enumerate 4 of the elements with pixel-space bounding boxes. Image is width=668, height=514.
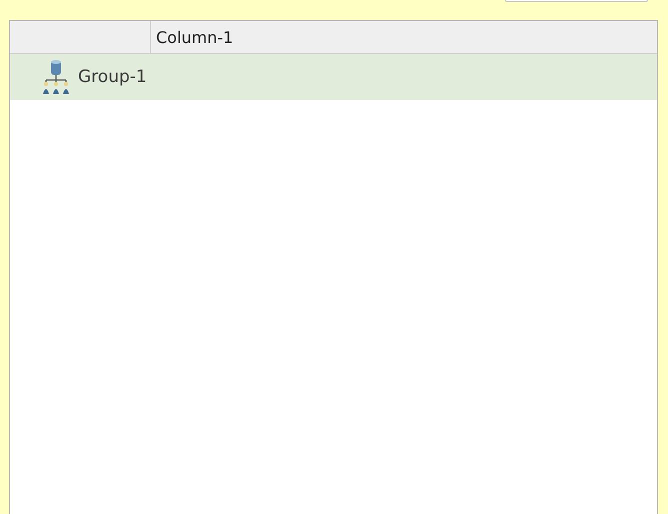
database-network-icon xyxy=(42,59,70,95)
row-label: Group-1 xyxy=(78,67,147,87)
table-row[interactable]: Group-1 xyxy=(10,54,657,100)
column-header[interactable]: Column-1 xyxy=(156,28,234,46)
